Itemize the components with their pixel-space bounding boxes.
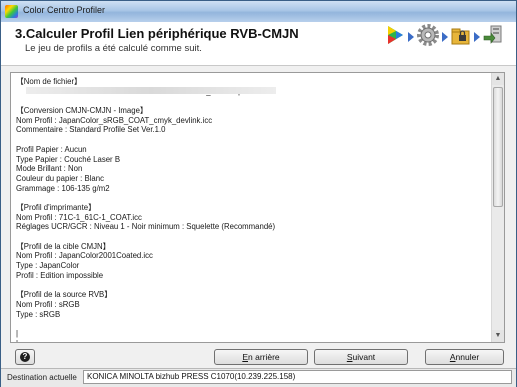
step-arrow-icon (474, 32, 480, 42)
summary-line: Nom Profil : JapanColor2001Coated.icc (16, 251, 153, 261)
destination-label: Destination actuelle (7, 373, 77, 382)
profile-summary-textbox[interactable]: 【Nom de fichier】 RGB_COAT1.pfs【Conversio… (10, 72, 505, 343)
title-bar: Color Centro Profiler (1, 1, 516, 23)
summary-line: Nom Profil : 71C-1_61C-1_COAT.icc (16, 212, 142, 222)
app-window: Color Centro Profiler 3.Calculer Profil … (0, 0, 517, 387)
scrollbar-thumb[interactable] (493, 87, 503, 207)
back-button-label: En arrière (242, 352, 280, 362)
vertical-scrollbar[interactable]: ▲ ▼ (491, 73, 504, 342)
gear-icon (417, 24, 439, 46)
summary-line (16, 135, 486, 145)
summary-line: Type : JapanColor (16, 261, 80, 271)
window-title: Color Centro Profiler (23, 5, 106, 15)
app-logo-icon (5, 5, 18, 18)
summary-line: | (16, 328, 19, 338)
summary-line (16, 232, 486, 242)
summary-line: Commentaire : Standard Profile Set Ver.1… (16, 125, 166, 135)
summary-line: Type : sRGB (16, 309, 61, 319)
help-button[interactable]: ? (15, 349, 35, 365)
lock-folder-icon (451, 28, 470, 45)
summary-line: 【Nom de fichier】 (16, 77, 82, 86)
summary-line: 【Profil d'imprimante】 (16, 202, 96, 212)
destination-value: KONICA MINOLTA bizhub PRESS C1070(10.239… (83, 370, 512, 384)
back-button[interactable]: En arrière (214, 349, 308, 365)
summary-line: 【Profil de la source RVB】 (16, 290, 113, 300)
cancel-button-label: Annuler (449, 352, 480, 362)
step-title: 3.Calculer Profil Lien périphérique RVB-… (15, 26, 299, 41)
cancel-button[interactable]: Annuler (425, 349, 504, 365)
summary-line: 【Profil de la cible CMJN】 (16, 241, 111, 251)
step-header: 3.Calculer Profil Lien périphérique RVB-… (1, 22, 516, 66)
summary-line: | (16, 339, 486, 342)
summary-lines: 【Nom de fichier】 RGB_COAT1.pfs【Conversio… (16, 77, 486, 342)
status-bar: Destination actuelle KONICA MINOLTA bizh… (1, 368, 516, 387)
help-icon: ? (20, 352, 30, 362)
next-button[interactable]: Suivant (314, 349, 408, 365)
summary-line (16, 280, 486, 290)
step-arrow-icon (442, 32, 448, 42)
export-icon (483, 25, 502, 44)
summary-line: Type Papier : Couché Laser B (16, 154, 121, 164)
scroll-down-icon[interactable]: ▼ (492, 330, 504, 342)
step-number: 3. (15, 26, 26, 41)
redacted-filename-bar (26, 87, 276, 94)
step-subtitle: Le jeu de profils a été calculé comme su… (25, 43, 202, 54)
next-button-label: Suivant (346, 352, 376, 362)
summary-line: Réglages UCR/GCR : Niveau 1 - Noir minim… (16, 222, 276, 232)
scroll-up-icon[interactable]: ▲ (492, 73, 504, 85)
summary-line: Couleur du papier : Blanc (16, 173, 104, 183)
summary-line: Nom Profil : sRGB (16, 299, 80, 309)
summary-line: Mode Brillant : Non (16, 164, 83, 174)
summary-line: Nom Profil : JapanColor_sRGB_COAT_cmyk_d… (16, 115, 213, 125)
button-bar: ? En arrière Suivant Annuler (1, 347, 516, 367)
summary-line: 【Conversion CMJN-CMJN - Image】 (16, 106, 148, 116)
summary-line (16, 96, 486, 106)
play-triangle-icon (388, 26, 403, 44)
summary-line: Profil Papier : Aucun (16, 144, 87, 154)
summary-line: Profil : Edition impossible (16, 270, 104, 280)
summary-line (16, 193, 486, 203)
summary-line: Grammage : 106-135 g/m2 (16, 183, 110, 193)
step-title-text: Calculer Profil Lien périphérique RVB-CM… (25, 26, 299, 41)
step-arrow-icon (408, 32, 414, 42)
summary-line (16, 319, 486, 329)
